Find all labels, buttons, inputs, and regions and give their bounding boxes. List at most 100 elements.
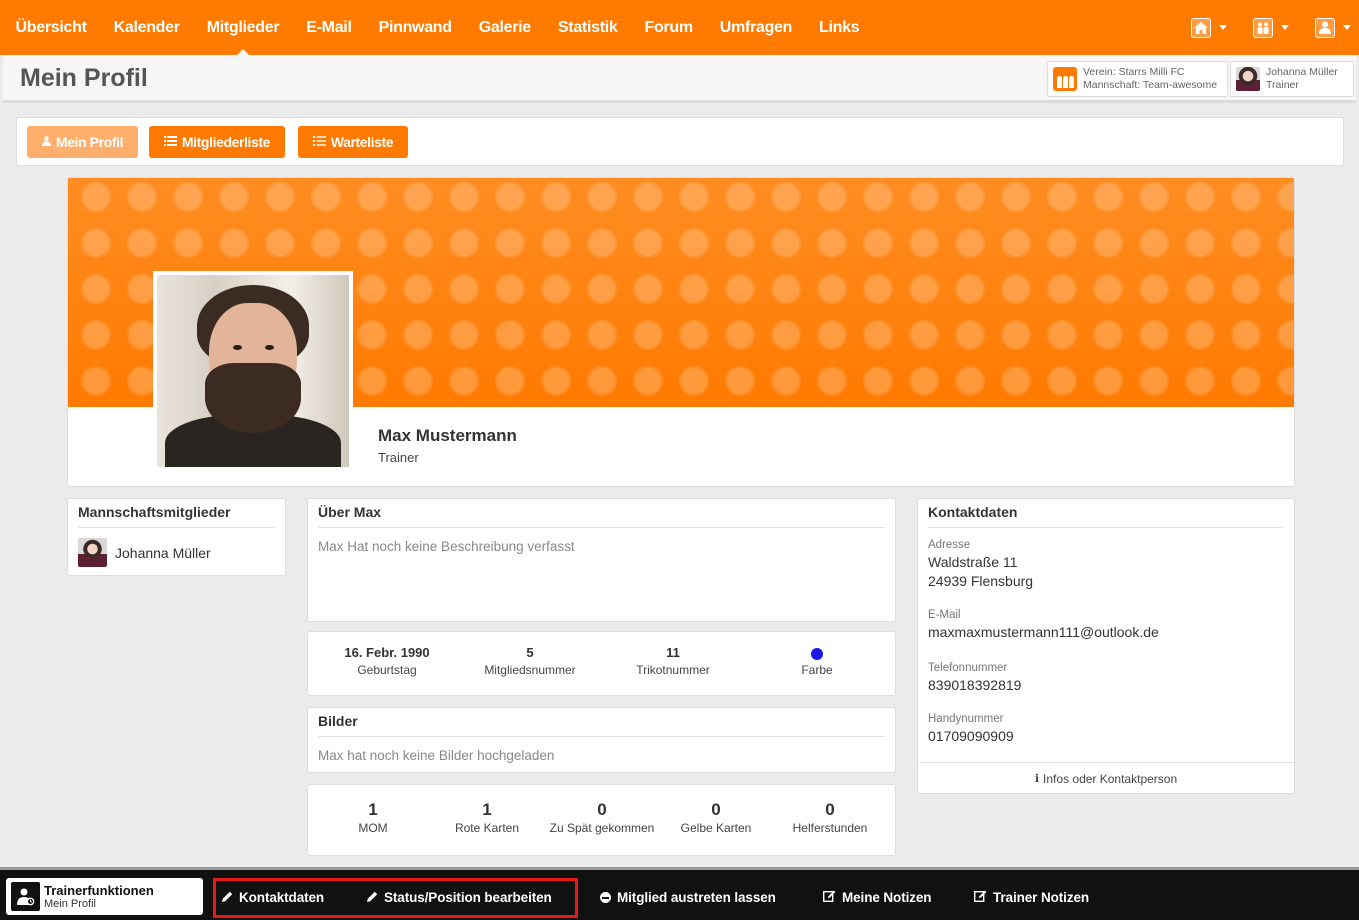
contact-info-link[interactable]: ℹ Infos oder Kontaktperson <box>918 762 1294 794</box>
red-cards-value: 1 <box>482 800 492 819</box>
yellow-cards-value: 0 <box>711 800 721 819</box>
trainer-notes-label: Trainer Notizen <box>993 890 1090 905</box>
nav-item-umfragen[interactable]: Umfragen <box>706 0 805 55</box>
pictures-panel: Bilder Max hat noch keine Bilder hochgel… <box>307 707 896 773</box>
about-panel: Über Max Max Hat noch keine Beschreibung… <box>307 498 896 622</box>
birthday-label: Geburtstag <box>357 663 417 677</box>
avatar <box>1236 67 1260 91</box>
nav-item-pinnwand[interactable]: Pinnwand <box>365 0 465 55</box>
nav-item-statistik[interactable]: Statistik <box>544 0 631 55</box>
trainer-toolbar: Trainerfunktionen Mein Profil Kontaktdat… <box>0 867 1359 920</box>
trainer-icon <box>11 882 40 911</box>
edit-icon <box>973 890 987 905</box>
contact-panel: Kontaktdaten Adresse Waldstraße 11 24939… <box>917 498 1295 794</box>
nav-item-uebersicht[interactable]: Übersicht <box>2 0 100 55</box>
edit-contact-label: Kontaktdaten <box>239 890 325 905</box>
members-list-button[interactable]: Mitgliederliste <box>149 126 285 158</box>
club-name: Verein: Starrs Milli FC <box>1083 66 1185 78</box>
team-dropdown[interactable] <box>1253 17 1289 38</box>
nav-item-email[interactable]: E-Mail <box>293 0 365 55</box>
yellow-cards-stat: 0 Gelbe Karten <box>656 800 776 835</box>
team-icon <box>1253 17 1273 38</box>
trainer-functions-title: Trainerfunktionen <box>44 883 154 898</box>
about-text: Max Hat noch keine Beschreibung verfasst <box>318 539 575 554</box>
current-user-info: Johanna Müller Trainer <box>1266 66 1338 92</box>
profile-card: Max Mustermann Trainer <box>67 177 1295 487</box>
jersey-number-stat: 11 Trikotnummer <box>613 645 733 677</box>
remove-member-button[interactable]: Mitglied austreten lassen <box>600 890 776 905</box>
chevron-down-icon <box>1343 25 1351 30</box>
my-profile-label: Mein Profil <box>55 134 124 150</box>
user-icon <box>41 135 51 149</box>
nav-item-galerie[interactable]: Galerie <box>465 0 544 55</box>
helper-hours-value: 0 <box>825 800 835 819</box>
red-cards-stat: 1 Rote Karten <box>427 800 547 835</box>
home-dropdown[interactable] <box>1191 17 1227 38</box>
nav-right-menus <box>1191 0 1351 55</box>
current-user-name: Johanna Müller <box>1266 66 1338 78</box>
team-members-panel: Mannschaftsmitglieder Johanna Müller <box>67 498 286 576</box>
about-title: Über Max <box>318 504 382 520</box>
address-label: Adresse <box>928 539 971 551</box>
mobile-value[interactable]: 01709090909 <box>928 727 1014 746</box>
email-value[interactable]: maxmaxmustermann111@outlook.de <box>928 623 1159 642</box>
late-stat: 0 Zu Spät gekommen <box>537 800 667 835</box>
stats-panel: 1 MOM 1 Rote Karten 0 Zu Spät gekommen 0… <box>307 784 896 856</box>
trainer-functions-box[interactable]: Trainerfunktionen Mein Profil <box>6 878 203 915</box>
late-value: 0 <box>597 800 607 819</box>
mobile-label: Handynummer <box>928 713 1004 725</box>
edit-icon <box>822 890 836 905</box>
jersey-number-label: Trikotnummer <box>636 663 710 677</box>
phone-label: Telefonnummer <box>928 662 1008 674</box>
yellow-cards-label: Gelbe Karten <box>680 821 752 835</box>
edit-status-button[interactable]: Status/Position bearbeiten <box>367 890 552 905</box>
waiting-list-button[interactable]: Warteliste <box>298 126 408 158</box>
late-label: Zu Spät gekommen <box>549 821 655 835</box>
my-notes-button[interactable]: Meine Notizen <box>822 890 932 905</box>
phone-field: Telefonnummer 839018392819 <box>928 662 1021 695</box>
birthday-value: 16. Febr. 1990 <box>344 645 430 660</box>
nav-items: Übersicht Kalender Mitglieder E-Mail Pin… <box>0 0 873 56</box>
nav-item-links[interactable]: Links <box>806 0 873 55</box>
pencil-icon <box>222 890 233 905</box>
phone-value[interactable]: 839018392819 <box>928 676 1021 695</box>
trainer-notes-button[interactable]: Trainer Notizen <box>973 890 1090 905</box>
team-name: Mannschaft: Team-awesome <box>1083 79 1218 91</box>
user-dropdown[interactable] <box>1315 17 1351 38</box>
list-item[interactable]: Johanna Müller <box>78 538 211 567</box>
chevron-down-icon <box>1281 25 1289 30</box>
nav-item-mitglieder[interactable]: Mitglieder <box>193 0 293 56</box>
my-profile-button[interactable]: Mein Profil <box>27 126 138 158</box>
mom-value: 1 <box>368 800 378 819</box>
mobile-field: Handynummer 01709090909 <box>928 713 1014 746</box>
edit-status-label: Status/Position bearbeiten <box>384 890 552 905</box>
address-line2: 24939 Flensburg <box>928 573 1034 589</box>
nav-item-kalender[interactable]: Kalender <box>100 0 193 55</box>
helper-hours-stat: 0 Helferstunden <box>770 800 890 835</box>
pictures-text: Max hat noch keine Bilder hochgeladen <box>318 748 555 763</box>
member-number-stat: 5 Mitgliedsnummer <box>470 645 590 677</box>
birthday-stat: 16. Febr. 1990 Geburtstag <box>326 645 448 677</box>
contact-title: Kontaktdaten <box>928 504 1018 520</box>
profile-photo-frame <box>153 271 353 471</box>
contact-info-label: Infos oder Kontaktperson <box>1043 771 1178 786</box>
color-stat: Farbe <box>757 645 877 677</box>
details-panel: 16. Febr. 1990 Geburtstag 5 Mitgliedsnum… <box>307 631 896 696</box>
team-members-title: Mannschaftsmitglieder <box>78 504 231 520</box>
pencil-icon <box>367 890 378 905</box>
my-notes-label: Meine Notizen <box>842 890 932 905</box>
member-name: Johanna Müller <box>115 544 211 561</box>
current-user-box[interactable]: Johanna Müller Trainer <box>1230 61 1354 97</box>
waiting-list-label: Warteliste <box>330 134 394 150</box>
red-cards-label: Rote Karten <box>454 821 520 835</box>
nav-item-forum[interactable]: Forum <box>631 0 706 55</box>
minus-circle-icon <box>600 892 611 903</box>
profile-photo <box>157 275 349 467</box>
info-icon: ℹ <box>1034 773 1040 785</box>
club-info: Verein: Starrs Milli FC Mannschaft: Team… <box>1083 66 1217 92</box>
edit-contact-button[interactable]: Kontaktdaten <box>222 890 324 905</box>
club-selector[interactable]: Verein: Starrs Milli FC Mannschaft: Team… <box>1047 61 1228 97</box>
chevron-down-icon <box>1219 25 1227 30</box>
jersey-number-value: 11 <box>666 645 680 660</box>
current-user-role: Trainer <box>1266 79 1299 91</box>
